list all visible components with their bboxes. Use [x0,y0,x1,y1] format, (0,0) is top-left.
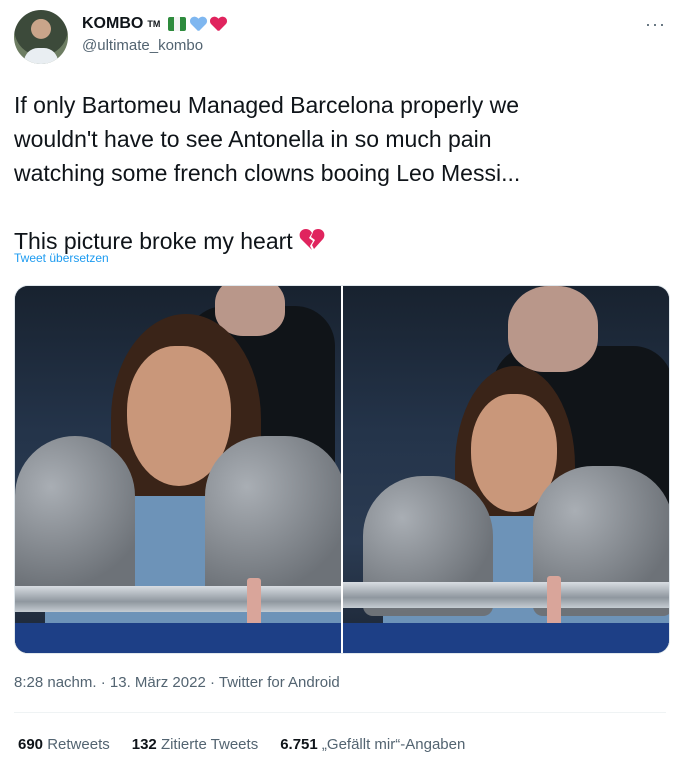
photo-right[interactable] [343,286,669,653]
quote-tweets-stat[interactable]: 132 Zitierte Tweets [132,736,258,753]
more-options-icon[interactable]: ··· [645,14,666,35]
tweet-line: If only Bartomeu Managed Barcelona prope… [14,92,520,118]
tweet-source[interactable]: Twitter for Android [219,674,340,691]
blue-heart-icon [190,17,206,31]
display-name[interactable]: KOMBO TM [82,14,226,34]
tweet-line: This picture broke my heart [14,224,654,258]
tweet-line: wouldn't have to see Antonella in so muc… [14,126,492,152]
tweet-time[interactable]: 8:28 nachm. [14,674,97,691]
tweet-text: If only Bartomeu Managed Barcelona prope… [14,88,654,258]
tweet-date[interactable]: 13. März 2022 [110,674,206,691]
nigeria-flag-icon [168,17,187,31]
photo-left[interactable] [15,286,341,653]
user-names[interactable]: KOMBO TM @ultimate_kombo [82,14,226,56]
tweet-stats: 690 Retweets 132 Zitierte Tweets 6.751 „… [18,736,465,753]
red-heart-icon [210,17,226,31]
broken-heart-icon [299,229,325,250]
retweets-stat[interactable]: 690 Retweets [18,736,110,753]
tweet-media[interactable] [14,285,670,654]
likes-stat[interactable]: 6.751 „Gefällt mir“-Angaben [280,736,465,753]
avatar[interactable] [14,10,68,64]
tweet-header: KOMBO TM @ultimate_kombo ··· [14,10,666,70]
tweet-line: watching some french clowns booing Leo M… [14,160,521,186]
divider [14,712,666,713]
translate-tweet-link[interactable]: Tweet übersetzen [14,251,109,265]
user-handle[interactable]: @ultimate_kombo [82,36,226,56]
tweet-meta: 8:28 nachm. · 13. März 2022 · Twitter fo… [14,674,340,691]
